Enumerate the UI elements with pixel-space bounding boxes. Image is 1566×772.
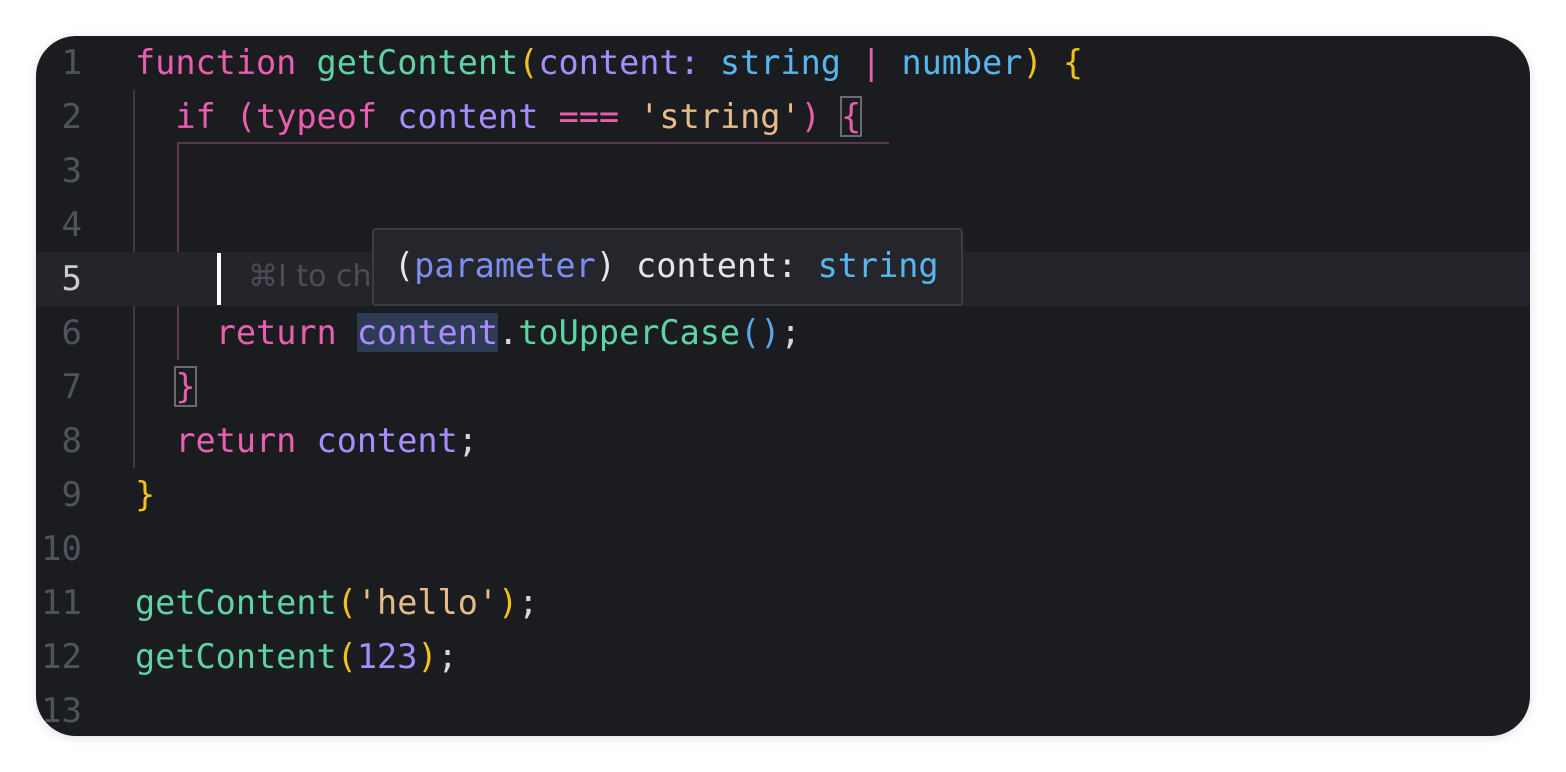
tooltip-paren: (: [394, 246, 415, 285]
code-text[interactable]: getContent('hello');: [135, 576, 538, 630]
dot: .: [498, 313, 519, 352]
code-text[interactable]: }: [135, 360, 197, 414]
line-number: 3: [61, 151, 82, 191]
bracket: (): [740, 313, 781, 352]
line-number: 4: [61, 205, 82, 245]
line-number: 1: [61, 43, 82, 83]
function-call: getContent: [135, 637, 337, 676]
string-literal: 'string': [639, 97, 801, 136]
line-number: 6: [61, 313, 82, 353]
bracket: {: [1062, 43, 1083, 82]
inline-hint: ⌘I to ch: [248, 259, 372, 294]
parameter: content: [538, 43, 680, 82]
text-cursor: [217, 253, 221, 305]
matched-bracket: {: [839, 96, 863, 137]
line-number: 13: [41, 691, 82, 731]
line-number: 7: [61, 367, 82, 407]
code-line-2[interactable]: 2 if (typeof content === 'string') {: [36, 90, 1530, 144]
line-number: 12: [41, 637, 82, 677]
bracket: (: [336, 637, 357, 676]
method-name: toUpperCase: [518, 313, 741, 352]
colon: :: [679, 43, 700, 82]
tooltip-colon: :: [777, 246, 798, 285]
semicolon: ;: [457, 421, 478, 460]
line-number: 10: [41, 529, 82, 569]
code-text[interactable]: getContent(123);: [135, 630, 458, 684]
bracket: (: [336, 583, 357, 622]
bracket: (: [235, 97, 257, 136]
code-text[interactable]: if (typeof content === 'string') {: [135, 90, 863, 144]
tooltip-type: string: [817, 246, 939, 285]
keyword: return: [215, 313, 337, 352]
hovered-identifier[interactable]: content: [356, 313, 499, 352]
string-literal: 'hello': [356, 583, 499, 622]
type: number: [901, 43, 1023, 82]
bracket: ): [1022, 43, 1043, 82]
function-call: getContent: [135, 583, 337, 622]
code-line-13[interactable]: 13: [36, 684, 1530, 736]
semicolon: ;: [437, 637, 458, 676]
matched-bracket: }: [174, 366, 197, 407]
code-text[interactable]: function getContent(content: string | nu…: [135, 36, 1083, 90]
semicolon: ;: [518, 583, 539, 622]
operator: ===: [558, 97, 620, 136]
identifier: content: [397, 97, 539, 136]
code-line-6[interactable]: 6 return content.toUpperCase();: [36, 306, 1530, 360]
code-text[interactable]: }: [135, 468, 155, 522]
bracket: }: [135, 475, 156, 514]
keyword: function: [135, 43, 297, 82]
line-number: 5: [61, 259, 82, 299]
code-editor[interactable]: 1 function getContent(content: string | …: [36, 36, 1530, 736]
number-literal: 123: [356, 637, 418, 676]
line-number: 2: [61, 97, 82, 137]
type: string: [719, 43, 841, 82]
bracket: ): [417, 637, 438, 676]
bracket: ): [800, 97, 821, 136]
hover-tooltip: (parameter) content: string: [372, 228, 963, 306]
code-line-8[interactable]: 8 return content;: [36, 414, 1530, 468]
tooltip-paren: ): [595, 246, 616, 285]
line-number: 11: [41, 583, 82, 623]
code-text[interactable]: return content;: [135, 414, 478, 468]
keyword: typeof: [256, 97, 378, 136]
code-text[interactable]: return content.toUpperCase();: [135, 306, 801, 360]
code-line-3[interactable]: 3: [36, 144, 1530, 198]
keyword: return: [175, 421, 297, 460]
tooltip-kind: parameter: [414, 246, 596, 285]
identifier: content: [316, 421, 458, 460]
function-name: getContent: [316, 43, 519, 82]
bracket: ): [498, 583, 519, 622]
code-line-11[interactable]: 11 getContent('hello');: [36, 576, 1530, 630]
tooltip-name: content: [636, 246, 778, 285]
code-line-1[interactable]: 1 function getContent(content: string | …: [36, 36, 1530, 90]
semicolon: ;: [780, 313, 801, 352]
bracket: (: [518, 43, 539, 82]
code-line-7[interactable]: 7 }: [36, 360, 1530, 414]
code-line-9[interactable]: 9 }: [36, 468, 1530, 522]
line-number: 9: [61, 475, 82, 515]
code-line-10[interactable]: 10: [36, 522, 1530, 576]
line-number: 8: [61, 421, 82, 461]
code-line-12[interactable]: 12 getContent(123);: [36, 630, 1530, 684]
keyword: if: [175, 97, 216, 136]
union-operator: |: [861, 43, 882, 82]
